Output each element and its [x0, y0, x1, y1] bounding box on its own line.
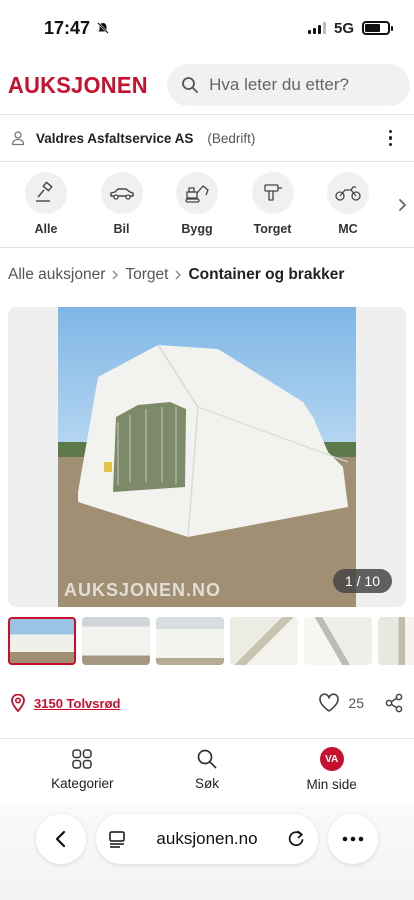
- thumbnail[interactable]: [304, 617, 372, 665]
- search-placeholder: Hva leter du etter?: [209, 75, 349, 94]
- seller-name: Valdres Asfaltservice AS: [36, 130, 194, 146]
- breadcrumb-current: Container og brakker: [188, 266, 345, 283]
- share-icon[interactable]: [384, 693, 404, 713]
- avatar: VA: [319, 747, 344, 771]
- search-input[interactable]: Hva leter du etter?: [167, 64, 410, 106]
- category-torget[interactable]: Torget: [235, 172, 311, 236]
- nav-label: Min side: [306, 777, 357, 792]
- chevron-right-icon: [112, 270, 119, 280]
- nav-min-side[interactable]: VA Min side: [282, 747, 382, 792]
- url-text: auksjonen.no: [156, 829, 258, 848]
- nav-sok[interactable]: Søk: [157, 748, 257, 791]
- category-alle[interactable]: Alle: [8, 172, 84, 236]
- chevron-right-icon: [175, 270, 182, 280]
- search-icon: [182, 77, 199, 93]
- status-clock: 17:47: [44, 17, 91, 38]
- nav-label: Søk: [194, 776, 219, 791]
- location-pin-icon: [11, 694, 25, 712]
- breadcrumb-link[interactable]: Torget: [125, 266, 168, 284]
- bottom-nav: Kategorier Søk VA Min side: [0, 738, 414, 800]
- location-link[interactable]: 3150 Tolvsrød: [34, 696, 120, 711]
- watermark-logo: AUKSJONEN.NO: [64, 580, 222, 600]
- thumbnail-strip: [8, 617, 414, 667]
- status-time: 17:47: [44, 18, 110, 39]
- signal-icon: [307, 22, 326, 34]
- category-strip: Alle Bil Bygg Torget MC: [0, 162, 414, 248]
- category-bygg[interactable]: Bygg: [159, 172, 235, 236]
- more-button[interactable]: [328, 814, 378, 864]
- app-header: AUKSJONEN Hva leter du etter?: [0, 56, 414, 114]
- status-bar: 17:47 5G: [0, 0, 414, 56]
- listing-photo[interactable]: AUKSJONEN.NO: [58, 307, 356, 607]
- battery-icon: [362, 21, 393, 35]
- nav-kategorier[interactable]: Kategorier: [32, 748, 132, 791]
- gavel-icon: [36, 181, 53, 202]
- more-horizontal-icon: [342, 836, 364, 842]
- thumbnail[interactable]: [156, 617, 224, 665]
- image-counter: 1 / 10: [332, 569, 392, 593]
- more-options-icon[interactable]: [377, 126, 405, 151]
- grid-icon: [72, 749, 93, 769]
- nav-label: Kategorier: [51, 776, 114, 791]
- category-mc[interactable]: MC: [310, 172, 386, 236]
- thumbnail[interactable]: [82, 617, 150, 665]
- like-count: 25: [348, 695, 364, 711]
- car-icon: [109, 188, 134, 200]
- thumbnail[interactable]: [378, 617, 414, 665]
- user-icon: [11, 131, 25, 146]
- breadcrumb: Alle auksjoner Torget Container og brakk…: [8, 266, 344, 284]
- search-icon: [197, 749, 217, 769]
- excavator-icon: [185, 185, 209, 203]
- browser-toolbar: auksjonen.no: [0, 804, 414, 900]
- address-bar[interactable]: auksjonen.no: [96, 814, 318, 864]
- image-gallery[interactable]: AUKSJONEN.NO 1 / 10: [8, 307, 406, 607]
- seller-type: (Bedrift): [207, 130, 256, 146]
- heart-icon[interactable]: [318, 693, 340, 713]
- thumbnail[interactable]: [8, 617, 76, 665]
- category-label: Alle: [34, 222, 58, 236]
- listing-meta: 3150 Tolvsrød 25: [10, 688, 404, 718]
- reader-icon: [109, 831, 125, 848]
- breadcrumb-link[interactable]: Alle auksjoner: [8, 266, 105, 284]
- category-label: Bygg: [181, 222, 213, 236]
- status-indicators: 5G: [307, 19, 393, 37]
- auksjonen-logo[interactable]: AUKSJONEN: [8, 72, 148, 99]
- network-type: 5G: [333, 19, 354, 37]
- chevron-right-icon[interactable]: [398, 198, 408, 212]
- category-label: MC: [338, 222, 358, 236]
- seller-bar[interactable]: Valdres Asfaltservice AS (Bedrift): [0, 114, 414, 162]
- motorcycle-icon: [335, 186, 361, 201]
- thumbnail[interactable]: [230, 617, 298, 665]
- back-button[interactable]: [36, 814, 86, 864]
- category-bil[interactable]: Bil: [84, 172, 160, 236]
- category-label: Torget: [253, 222, 292, 236]
- drill-icon: [263, 184, 282, 201]
- reload-icon[interactable]: [286, 829, 306, 849]
- chevron-left-icon: [55, 830, 66, 848]
- category-label: Bil: [113, 222, 130, 236]
- bell-slash-icon: [97, 22, 109, 34]
